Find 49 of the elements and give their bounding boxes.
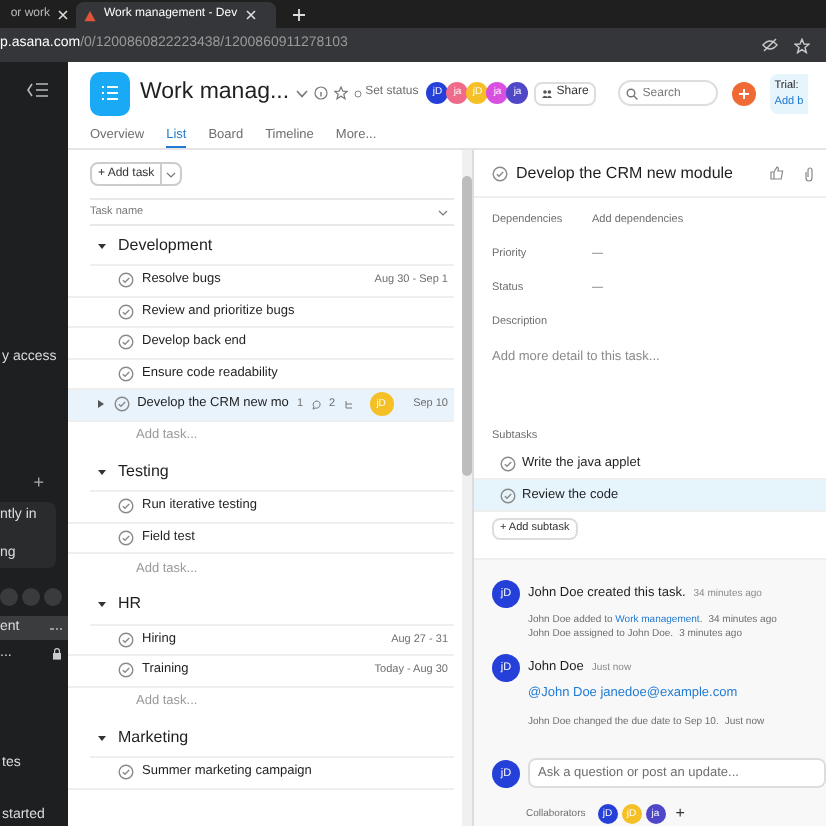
chevron-down-icon bbox=[166, 171, 177, 177]
create-button[interactable] bbox=[732, 81, 757, 105]
scrollbar-thumb[interactable] bbox=[462, 176, 472, 476]
check-circle-icon[interactable] bbox=[113, 396, 130, 413]
section-header[interactable]: Development bbox=[118, 233, 213, 257]
close-icon[interactable] bbox=[245, 10, 256, 20]
chevron-down-icon[interactable] bbox=[438, 209, 448, 215]
status-dot-icon bbox=[353, 89, 362, 97]
check-circle-icon[interactable] bbox=[118, 334, 134, 351]
plus-icon[interactable] bbox=[292, 8, 306, 22]
plus-icon bbox=[738, 87, 751, 99]
check-circle-icon[interactable] bbox=[118, 303, 134, 320]
info-icon[interactable] bbox=[313, 86, 328, 100]
warning-icon bbox=[84, 9, 96, 21]
section-header[interactable]: HR bbox=[118, 592, 142, 616]
check-circle-icon[interactable] bbox=[118, 365, 134, 382]
caret-down-icon[interactable] bbox=[98, 467, 106, 475]
comment-icon bbox=[311, 399, 321, 410]
add-collaborator-button[interactable]: + bbox=[675, 802, 685, 826]
section-header[interactable]: Marketing bbox=[118, 725, 189, 749]
add-icon[interactable]: + bbox=[33, 469, 44, 496]
check-circle-icon[interactable] bbox=[500, 455, 516, 471]
caret-right-icon[interactable] bbox=[97, 400, 104, 409]
check-circle-icon[interactable] bbox=[118, 631, 134, 648]
check-circle-icon[interactable] bbox=[118, 272, 134, 289]
paperclip-icon[interactable] bbox=[804, 165, 814, 181]
star-icon[interactable] bbox=[333, 86, 348, 100]
close-icon[interactable] bbox=[58, 10, 68, 20]
people-icon bbox=[542, 89, 553, 97]
search-icon bbox=[626, 87, 639, 99]
list-icon bbox=[100, 84, 120, 102]
section-header[interactable]: Testing bbox=[118, 459, 169, 483]
caret-down-icon[interactable] bbox=[98, 600, 106, 608]
star-icon[interactable] bbox=[794, 37, 810, 53]
eye-slash-icon[interactable] bbox=[762, 38, 778, 52]
complete-icon[interactable] bbox=[492, 165, 508, 181]
subtask-icon bbox=[343, 399, 354, 410]
project-title: Work manag... bbox=[140, 77, 290, 108]
check-circle-icon[interactable] bbox=[118, 529, 134, 546]
check-circle-icon[interactable] bbox=[118, 662, 134, 679]
chevron-down-icon[interactable] bbox=[295, 89, 308, 97]
check-circle-icon[interactable] bbox=[118, 498, 134, 515]
collapse-menu-icon[interactable] bbox=[26, 82, 50, 98]
task-title: Develop the CRM new module bbox=[516, 161, 735, 185]
check-circle-icon[interactable] bbox=[500, 487, 516, 503]
caret-down-icon[interactable] bbox=[98, 733, 106, 741]
check-circle-icon[interactable] bbox=[118, 764, 134, 781]
caret-down-icon[interactable] bbox=[98, 241, 106, 249]
thumbs-up-icon[interactable] bbox=[770, 166, 784, 180]
